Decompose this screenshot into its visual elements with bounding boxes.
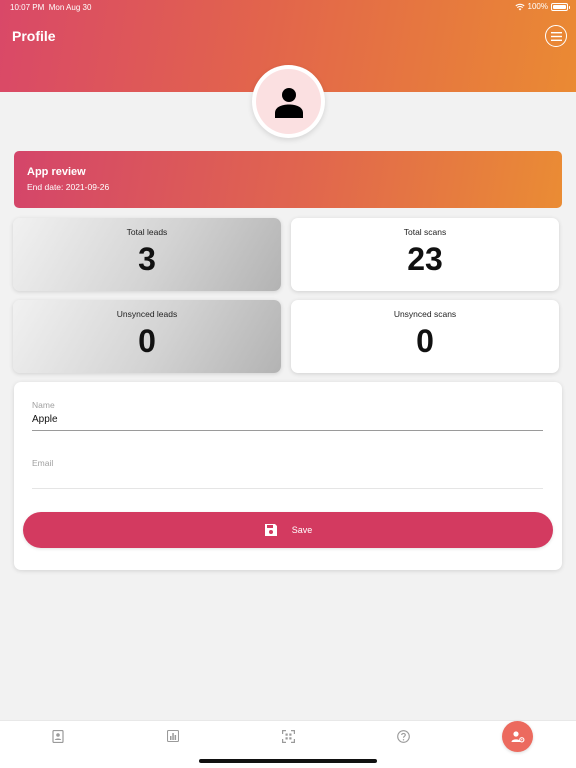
profile-settings-icon <box>511 731 524 743</box>
unsynced-leads-card: Unsynced leads 0 <box>13 300 281 373</box>
status-clock: 10:07 PM <box>10 3 45 12</box>
menu-button[interactable] <box>545 25 567 47</box>
battery-percent: 100% <box>527 2 548 11</box>
contacts-icon <box>52 729 64 743</box>
status-bar: 10:07 PM Mon Aug 30 100% <box>0 0 576 14</box>
total-leads-card: Total leads 3 <box>13 218 281 291</box>
name-label: Name <box>32 400 55 410</box>
battery-icon <box>551 2 570 11</box>
save-button[interactable]: Save <box>23 512 553 548</box>
stat-label: Unsynced leads <box>116 309 178 319</box>
stat-label: Total scans <box>403 227 447 237</box>
stat-value: 3 <box>138 241 156 277</box>
help-icon <box>396 729 410 743</box>
tab-help[interactable] <box>396 729 410 743</box>
stat-value: 0 <box>138 323 156 359</box>
status-time: 10:07 PM Mon Aug 30 <box>10 3 91 12</box>
stat-label: Total leads <box>126 227 168 237</box>
email-label: Email <box>32 458 54 468</box>
save-label: Save <box>291 525 313 535</box>
scan-icon <box>281 729 295 743</box>
tab-contacts[interactable] <box>51 729 65 743</box>
event-title: App review <box>27 166 86 178</box>
tab-scan[interactable] <box>281 729 295 743</box>
avatar-circle <box>256 69 321 134</box>
tab-stats[interactable] <box>166 729 180 743</box>
name-field: Name <box>32 400 543 431</box>
total-scans-card: Total scans 23 <box>291 218 559 291</box>
status-date: Mon Aug 30 <box>48 3 92 12</box>
email-input[interactable] <box>32 468 543 488</box>
name-input[interactable] <box>32 410 543 430</box>
unsynced-scans-card: Unsynced scans 0 <box>291 300 559 373</box>
page-title: Profile <box>12 28 56 44</box>
event-end-date: End date: 2021-09-26 <box>27 182 110 192</box>
stat-value: 0 <box>416 323 434 359</box>
hamburger-menu-icon <box>550 31 562 41</box>
stat-label: Unsynced scans <box>393 309 457 319</box>
profile-form: Name Email Save <box>14 382 562 570</box>
stats-icon <box>167 730 179 742</box>
event-banner: App review End date: 2021-09-26 <box>14 151 562 208</box>
person-icon <box>274 87 303 118</box>
avatar[interactable] <box>252 65 325 138</box>
email-field: Email <box>32 458 543 489</box>
floppy-disk-icon <box>264 524 277 536</box>
status-indicators: 100% <box>514 2 570 11</box>
wifi-icon <box>514 3 525 10</box>
home-indicator <box>199 759 377 763</box>
tab-profile[interactable] <box>502 721 533 752</box>
stat-value: 23 <box>407 241 443 277</box>
